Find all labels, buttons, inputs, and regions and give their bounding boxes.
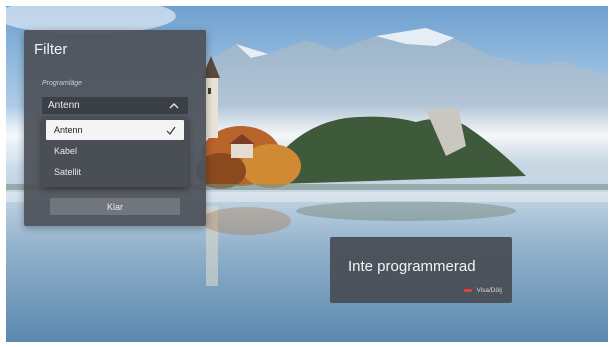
option-kabel[interactable]: Kabel [46, 141, 184, 161]
option-antenn[interactable]: Antenn [46, 120, 184, 140]
status-card: Inte programmerad Visa/Dölj [330, 237, 512, 303]
tv-screen: Filter Programläge Antenn Antenn Kabel S… [6, 6, 608, 342]
status-title: Inte programmerad [348, 258, 476, 275]
option-satellit[interactable]: Satellit [46, 162, 184, 182]
program-mode-dropdown: Antenn Kabel Satellit [42, 117, 188, 187]
option-label: Satellit [54, 167, 82, 177]
program-mode-select[interactable]: Antenn [42, 97, 188, 114]
red-key-icon [464, 289, 473, 292]
program-mode-selected-value: Antenn [48, 100, 80, 111]
program-mode-label: Programläge [42, 80, 83, 87]
chevron-up-icon [169, 102, 179, 108]
checkmark-icon [166, 126, 176, 135]
panel-title: Filter [34, 41, 68, 58]
filter-panel: Filter Programläge Antenn Antenn Kabel S… [24, 30, 206, 226]
show-hide-hint[interactable]: Visa/Dölj [464, 287, 502, 294]
done-button[interactable]: Klar [50, 198, 180, 215]
option-label: Kabel [54, 146, 78, 156]
show-hide-label: Visa/Dölj [476, 287, 502, 294]
option-label: Antenn [54, 125, 83, 135]
